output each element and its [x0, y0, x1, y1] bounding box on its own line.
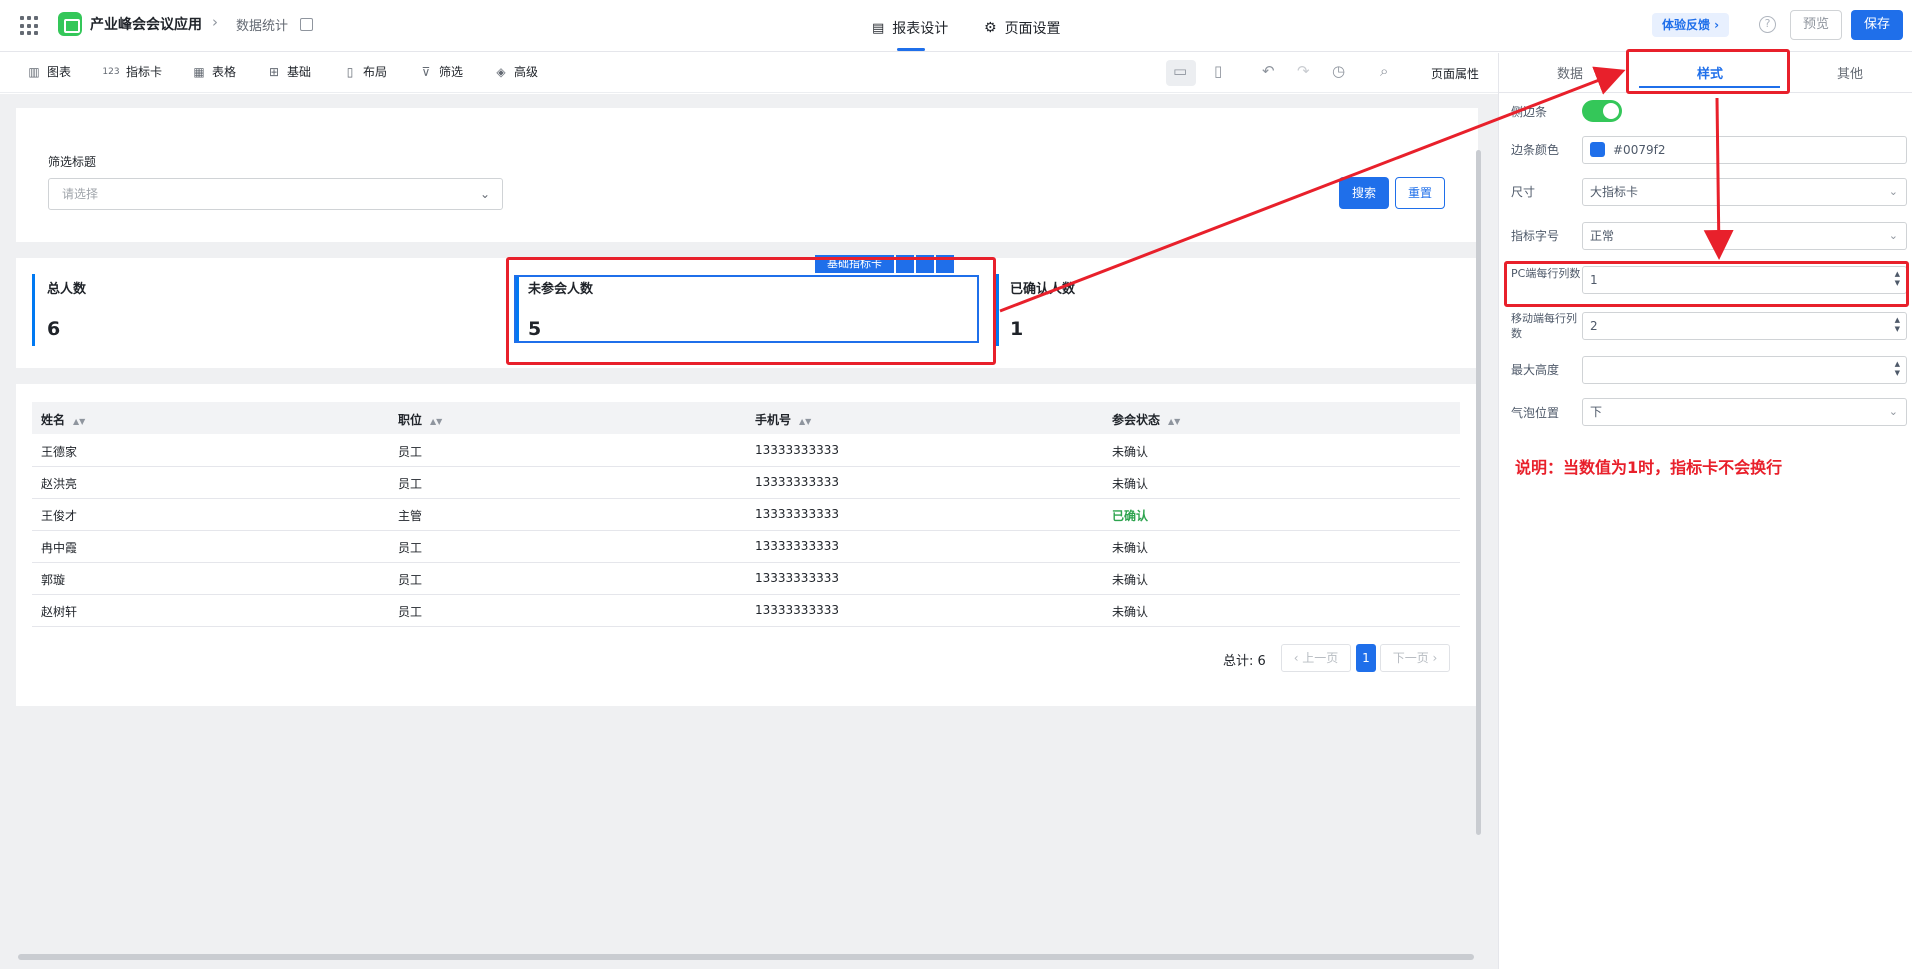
arrow-to-style-tab — [999, 66, 1626, 313]
annotation-arrows — [999, 66, 1734, 313]
arrow-to-pc-columns — [1703, 97, 1734, 260]
